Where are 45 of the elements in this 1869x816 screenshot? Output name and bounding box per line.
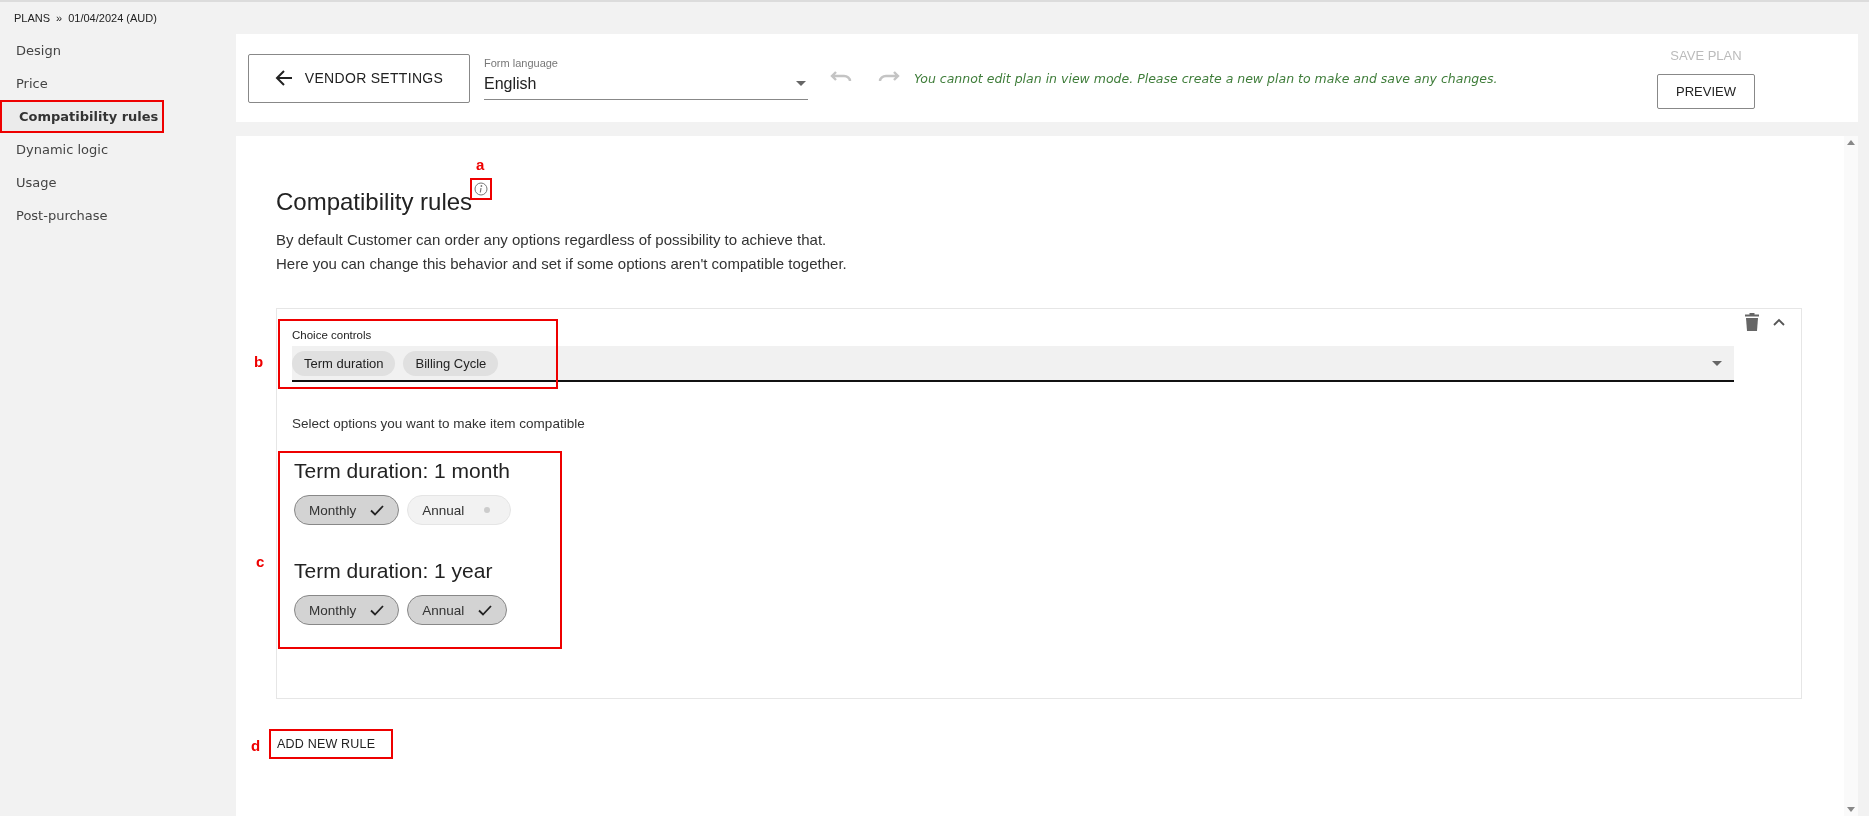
instruction-text: Select options you want to make item compatible (292, 416, 586, 431)
breadcrumb-link[interactable]: PLANS (14, 12, 51, 24)
scrollbar[interactable] (1844, 136, 1858, 816)
annotation-label: c (256, 553, 265, 570)
check-icon (478, 604, 493, 616)
scroll-down-icon[interactable] (1847, 807, 1855, 812)
sidebar-item[interactable]: Design (0, 34, 236, 67)
choice-controls-select[interactable]: Term duration Billing Cycle (292, 346, 1734, 382)
field-label: Choice controls (292, 329, 373, 341)
trash-icon[interactable] (1745, 313, 1759, 331)
annotation-label: a (476, 156, 485, 173)
description-text: Here you can change this behavior and set if some options aren't compatible together. (276, 254, 848, 274)
view-mode-message: You cannot edit plan in view mode. Please create a new plan to make and save any changes. (914, 70, 1499, 86)
annotation-label: b (254, 353, 264, 370)
check-icon (370, 604, 385, 616)
vendor-settings-button[interactable]: VENDOR SETTINGS (248, 53, 470, 103)
dropdown-caret-icon (1712, 360, 1722, 366)
option-group-title: Term duration: 1 year (294, 559, 494, 583)
language-select[interactable]: English (484, 72, 808, 100)
option-toggle[interactable]: Annual (407, 495, 512, 525)
breadcrumb-separator: » (56, 12, 63, 24)
choice-chip: Term duration (292, 350, 396, 376)
option-toggle[interactable]: Monthly (294, 595, 400, 625)
option-group-title: Term duration: 1 month (294, 459, 511, 483)
sidebar-item[interactable]: Usage (0, 166, 236, 199)
page-title: Compatibility rules (276, 188, 473, 216)
chevron-up-icon[interactable] (1773, 318, 1785, 326)
choice-chip: Billing Cycle (403, 350, 499, 376)
sidebar-item[interactable]: Dynamic logic (0, 133, 236, 166)
sidebar-item[interactable]: Compatibility rules (0, 100, 164, 133)
sidebar-item[interactable]: Price (0, 67, 236, 100)
option-toggle[interactable]: Annual (407, 595, 508, 625)
dot-icon (484, 507, 491, 513)
annotation-label: d (251, 737, 261, 754)
field-label: Form language (484, 56, 559, 69)
add-new-rule-button[interactable]: ADD NEW RULE (271, 737, 382, 751)
breadcrumb-current: 01/04/2024 (AUD) (68, 12, 157, 24)
preview-button[interactable]: PREVIEW (1657, 74, 1755, 109)
sidebar-item[interactable]: Post-purchase (0, 199, 236, 232)
dropdown-caret-icon (796, 81, 806, 86)
option-toggle[interactable]: Monthly (294, 495, 400, 525)
arrow-left-icon (274, 70, 293, 86)
description-text: By default Customer can order any options regardless of possibility to achieve that. (276, 230, 828, 250)
check-icon (370, 504, 385, 516)
scroll-up-icon[interactable] (1847, 140, 1855, 145)
